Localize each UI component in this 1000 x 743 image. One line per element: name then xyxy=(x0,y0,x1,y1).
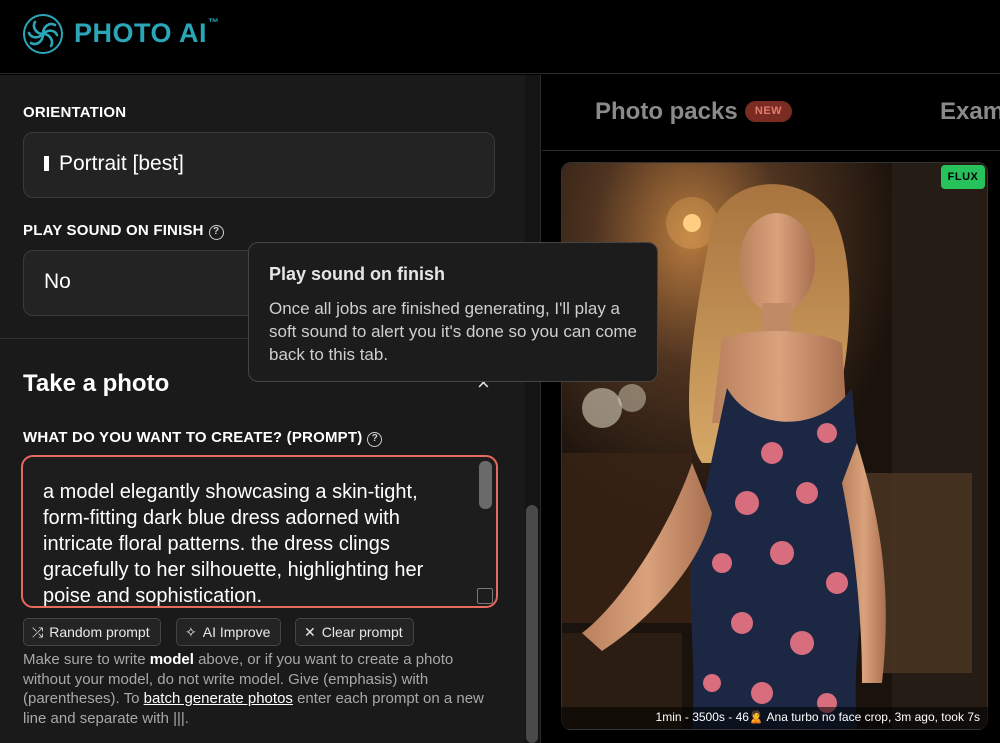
app-logo-text[interactable]: PHOTO AI™ xyxy=(74,17,220,49)
tab-examples[interactable]: Exam xyxy=(940,98,1000,126)
top-bar: PHOTO AI™ xyxy=(0,0,1000,74)
prompt-text: a model elegantly showcasing a skin-tigh… xyxy=(43,481,424,607)
help-text-part: Make sure to write xyxy=(23,651,150,668)
sound-label-text: PLAY SOUND ON FINISH xyxy=(23,222,204,239)
logo-icon[interactable] xyxy=(22,13,64,55)
prompt-help-text: Make sure to write model above, or if yo… xyxy=(23,650,493,728)
tooltip-body: Once all jobs are finished generating, I… xyxy=(269,299,638,364)
left-panel-scroll-thumb[interactable] xyxy=(526,505,538,743)
batch-generate-link[interactable]: batch generate photos xyxy=(144,690,293,707)
sound-tooltip: Play sound on finish Once all jobs are f… xyxy=(248,242,658,382)
clear-prompt-label: Clear prompt xyxy=(321,624,403,640)
help-icon[interactable]: ? xyxy=(208,225,224,240)
tooltip-title: Play sound on finish xyxy=(269,264,446,284)
flux-badge: FLUX xyxy=(941,165,985,189)
sound-label: PLAY SOUND ON FINISH? xyxy=(23,222,224,240)
prompt-label-text: WHAT DO YOU WANT TO CREATE? (PROMPT) xyxy=(23,429,363,446)
prompt-textarea[interactable]: a model elegantly showcasing a skin-tigh… xyxy=(21,455,498,608)
tab-photo-packs[interactable]: Photo packs xyxy=(595,98,738,126)
resize-handle[interactable] xyxy=(477,588,493,604)
help-keyword-model: model xyxy=(149,651,194,668)
x-icon: ✕ xyxy=(304,624,316,640)
clear-prompt-button[interactable]: ✕ Clear prompt xyxy=(295,618,414,646)
orientation-select[interactable]: Portrait [best] xyxy=(23,132,495,198)
prompt-scroll-thumb[interactable] xyxy=(479,461,492,509)
help-icon[interactable]: ? xyxy=(367,432,383,447)
app-name: PHOTO AI xyxy=(74,18,208,48)
portrait-icon xyxy=(44,156,49,171)
ai-improve-button[interactable]: ✧ AI Improve xyxy=(176,618,282,646)
shuffle-icon: ⤮ xyxy=(32,624,44,640)
trademark: ™ xyxy=(208,17,220,29)
photo-caption: 1min - 3500s - 46🙎 Ana turbo no face cro… xyxy=(561,707,988,729)
new-badge: NEW xyxy=(745,101,792,122)
sparkle-icon: ✧ xyxy=(185,624,197,640)
prompt-label: WHAT DO YOU WANT TO CREATE? (PROMPT)? xyxy=(23,429,383,447)
take-photo-heading: Take a photo xyxy=(23,370,170,397)
ai-improve-label: AI Improve xyxy=(202,624,271,640)
sound-value: No xyxy=(44,270,71,293)
random-prompt-button[interactable]: ⤮ Random prompt xyxy=(23,618,161,646)
random-prompt-label: Random prompt xyxy=(49,624,150,640)
orientation-label: ORIENTATION xyxy=(23,104,127,121)
orientation-value: Portrait [best] xyxy=(59,152,184,175)
